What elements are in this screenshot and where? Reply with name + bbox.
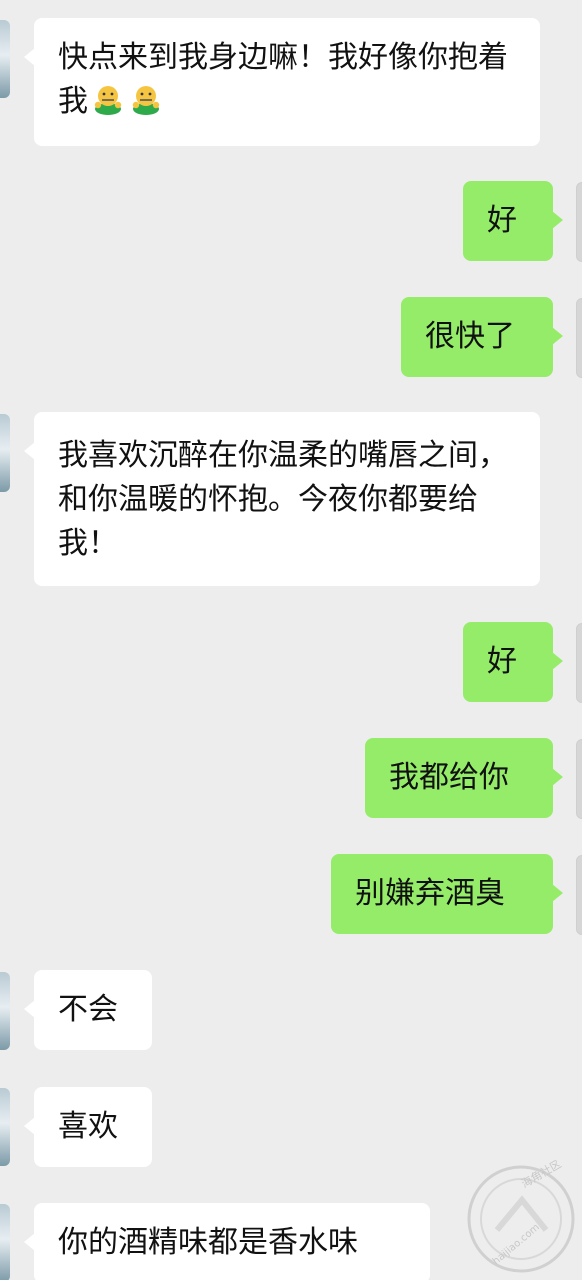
self-avatar[interactable] (576, 182, 582, 262)
outgoing-message-bubble[interactable]: 别嫌弃酒臭 (331, 854, 563, 934)
message-text: 好 (487, 644, 517, 679)
message-text: 我喜欢沉醉在你温柔的嘴唇之间，和你温暖的怀抱。今夜你都要给我！ (58, 438, 508, 561)
zipper-mouth-hug-icon (128, 83, 164, 115)
message-text: 很快了 (425, 319, 515, 354)
message-text: 喜欢 (58, 1109, 118, 1144)
message-text: 你的酒精味都是香水味 (58, 1225, 358, 1260)
outgoing-message-bubble[interactable]: 我都给你 (365, 738, 563, 818)
outgoing-message-bubble[interactable]: 好 (463, 181, 563, 261)
message-text: 好 (487, 203, 517, 238)
incoming-message-bubble[interactable]: 不会 (24, 970, 152, 1050)
contact-avatar[interactable] (0, 1088, 10, 1166)
contact-avatar[interactable] (0, 414, 10, 492)
contact-avatar[interactable] (0, 20, 10, 98)
watermark-text-cn: 海角社区 (519, 1160, 564, 1191)
self-avatar[interactable] (576, 855, 582, 935)
incoming-message-bubble[interactable]: 快点来到我身边嘛！我好像你抱着我 (24, 18, 540, 146)
outgoing-message-bubble[interactable]: 好 (463, 622, 563, 702)
message-text: 不会 (58, 992, 118, 1027)
self-avatar[interactable] (576, 739, 582, 819)
chat-conversation: 快点来到我身边嘛！我好像你抱着我 好 很快了 我喜欢沉醉在你温柔的嘴唇之间，和你… (0, 0, 582, 1280)
self-avatar[interactable] (576, 623, 582, 703)
contact-avatar[interactable] (0, 972, 10, 1050)
incoming-message-bubble[interactable]: 喜欢 (24, 1087, 152, 1167)
outgoing-message-bubble[interactable]: 很快了 (401, 297, 563, 377)
contact-avatar[interactable] (0, 1204, 10, 1280)
message-text: 别嫌弃酒臭 (355, 876, 505, 911)
watermark-logo: 海角社区 haijiao.com (462, 1156, 580, 1278)
incoming-message-bubble[interactable]: 我喜欢沉醉在你温柔的嘴唇之间，和你温暖的怀抱。今夜你都要给我！ (24, 412, 540, 586)
self-avatar[interactable] (576, 298, 582, 378)
message-text: 我都给你 (389, 760, 509, 795)
incoming-message-bubble[interactable]: 你的酒精味都是香水味 (24, 1203, 430, 1280)
zipper-mouth-hug-icon (90, 83, 126, 115)
